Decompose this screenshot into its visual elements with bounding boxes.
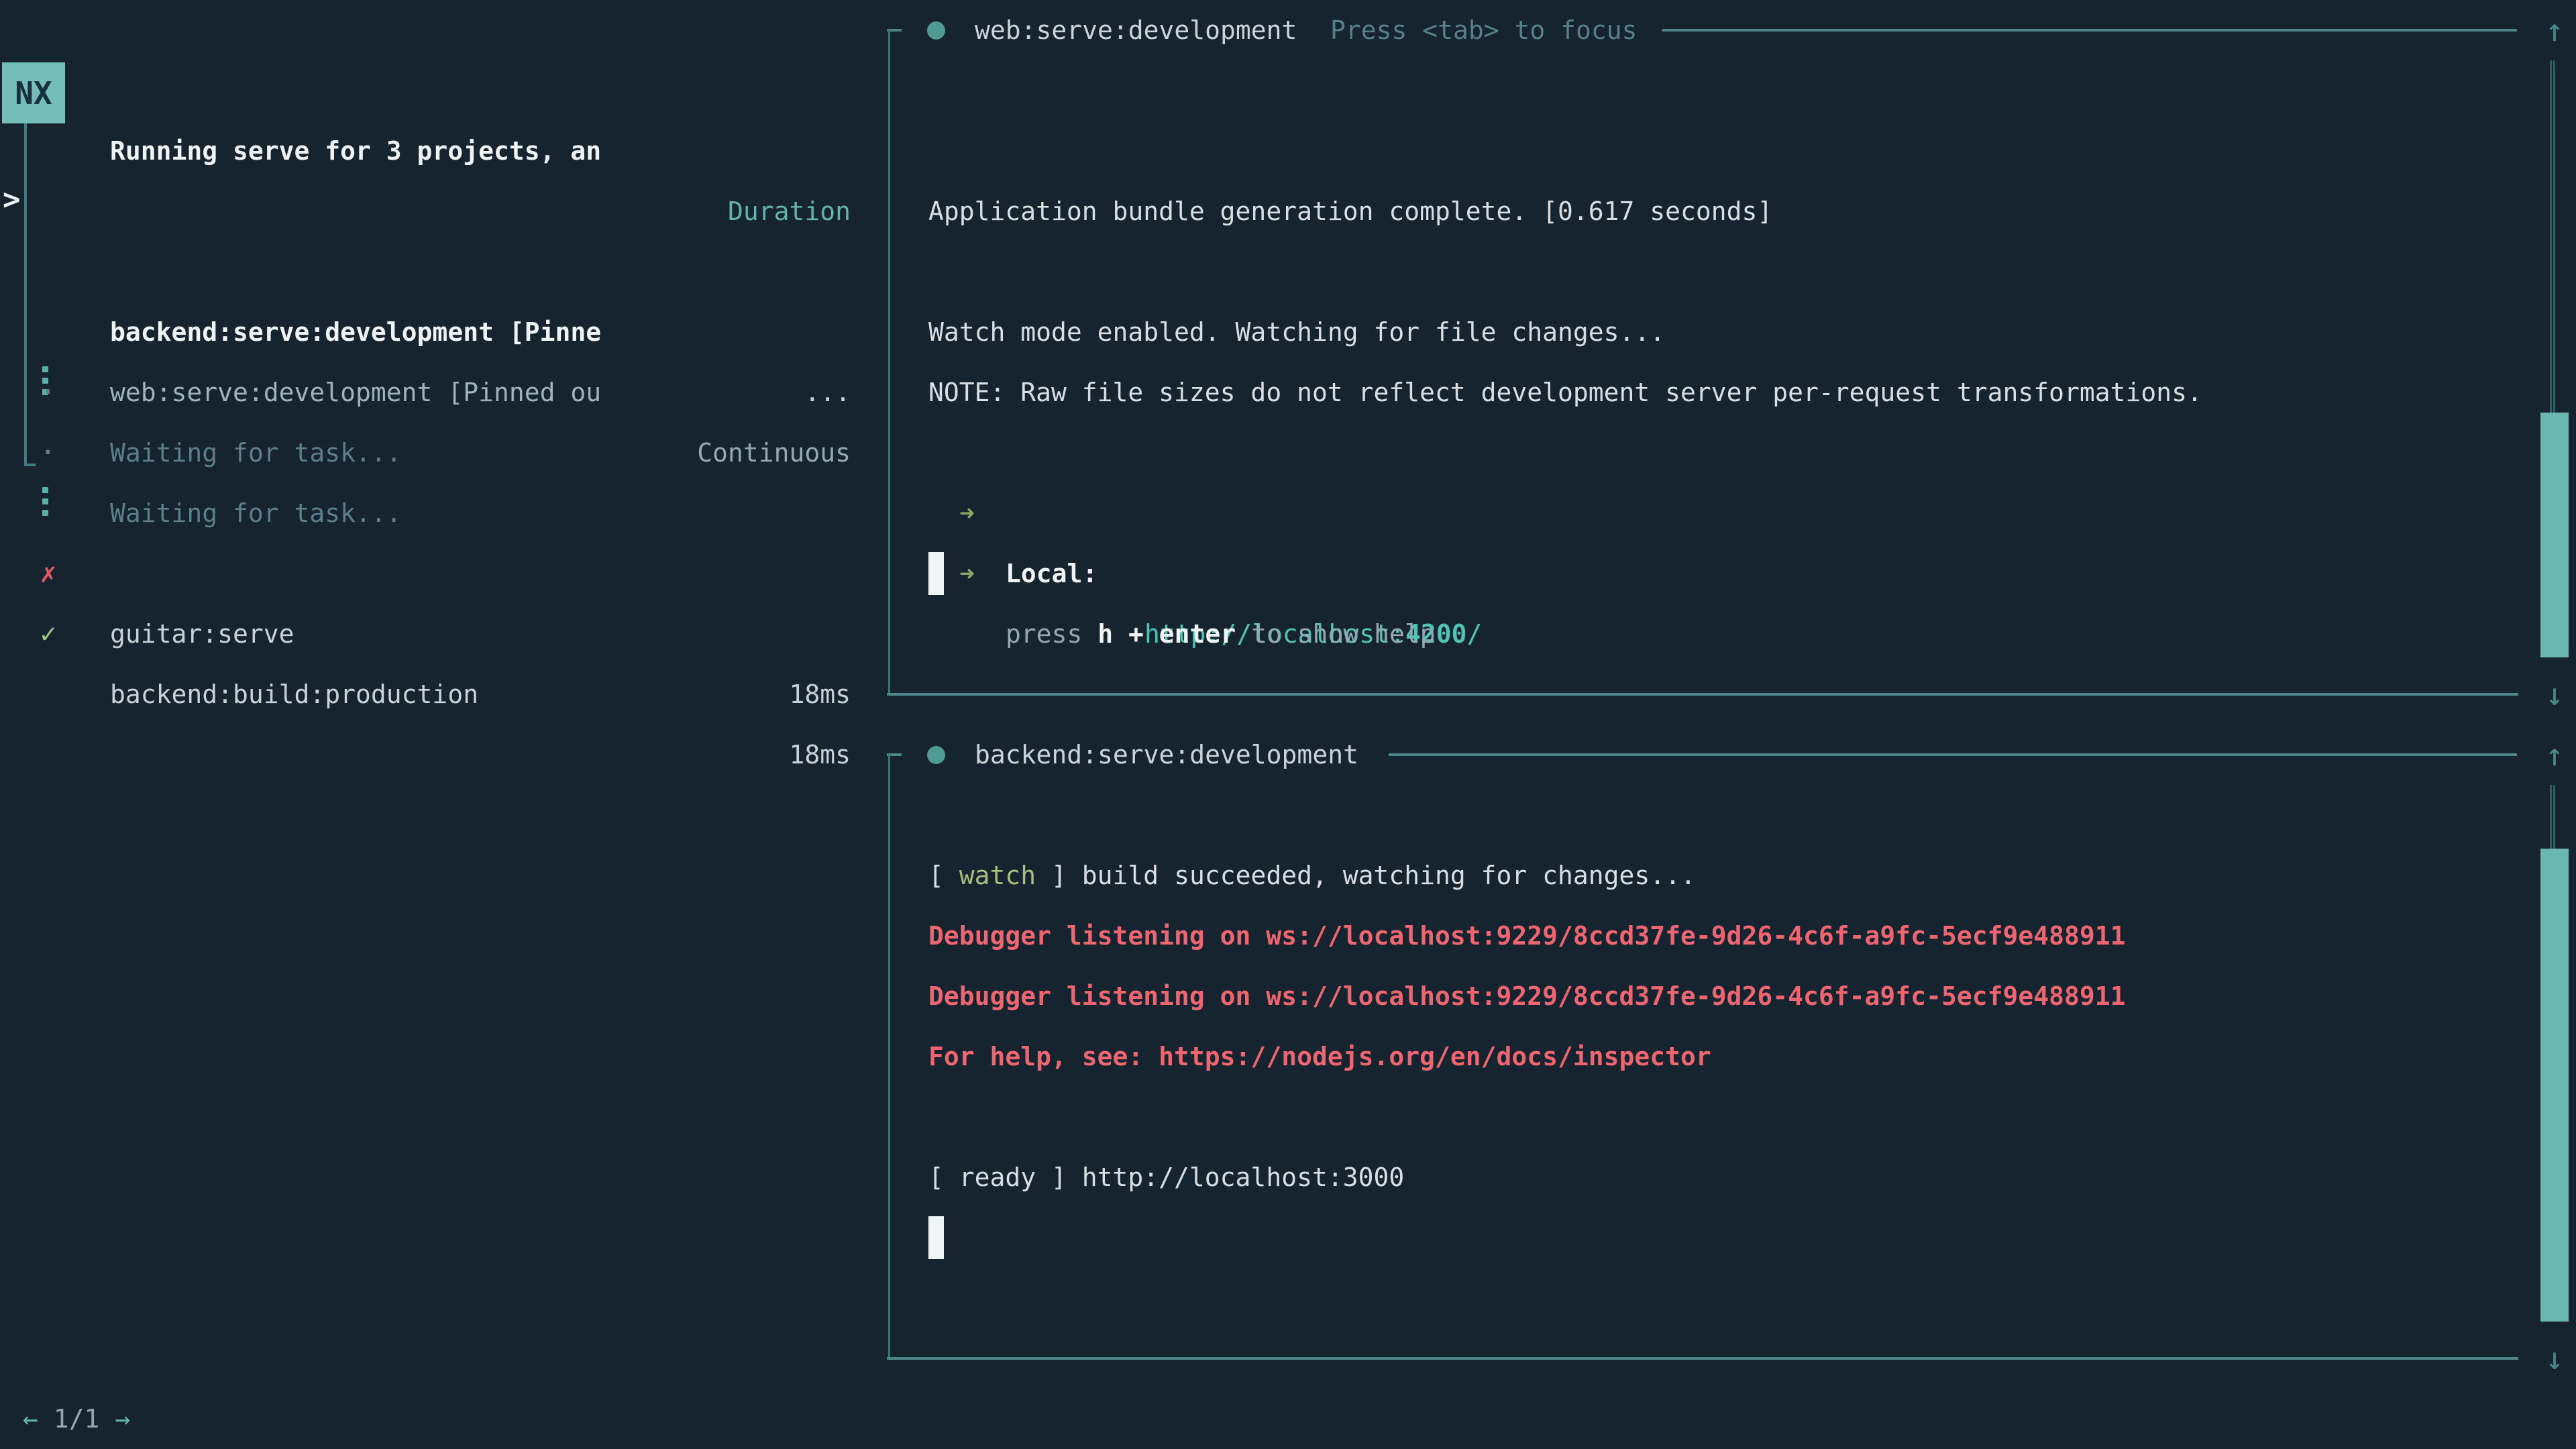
task-row-guitar-serve[interactable]: ✗ guitar:serve 18ms [0,483,851,543]
bracket-open: [ [928,861,959,890]
task-duration: Continuous [697,423,851,483]
panel-border-left [888,755,890,1358]
task-row-backend-build[interactable]: ✓ backend:build:production 18ms [0,543,851,604]
scroll-up-icon[interactable]: ↑ [2540,724,2569,785]
terminal-cursor [928,1216,944,1259]
press-suffix: to show help [1236,619,1435,649]
log-line-inspector-help: For help, see: https://nodejs.org/en/doc… [928,1026,1711,1087]
scroll-down-icon[interactable]: ↓ [2540,664,2569,724]
task-status-dot-icon [927,21,945,40]
log-line-watch-succeeded: [ watch ] build succeeded, watching for … [928,845,1696,906]
task-list-title: Running serve for 3 projects, an [110,121,601,181]
task-duration: 18ms [789,724,851,785]
task-row-backend-serve[interactable]: backend:serve:development [Pinne ... [0,181,851,241]
log-line-press-help: ➜ press h + enter to show help [928,483,1020,543]
panel-border-bottom [887,1357,2518,1360]
page-indicator: 1/1 [54,1404,100,1434]
task-status-dot-icon [927,746,945,764]
task-label: backend:build:production [110,664,478,724]
log-line-watch-mode: Watch mode enabled. Watching for file ch… [928,302,1665,362]
terminal-cursor [928,552,944,595]
log-line-debugger-1: Debugger listening on ws://localhost:922… [928,906,2125,966]
press-help-text: press h + enter to show help [1006,604,1436,664]
scroll-up-icon[interactable]: ↑ [2540,0,2569,60]
arrow-right-icon: ➜ [959,543,975,604]
task-duration: 18ms [789,664,851,724]
scrollbar-track[interactable] [2550,785,2555,849]
press-prefix: press [1006,619,1097,649]
scrollbar-thumb[interactable] [2540,413,2569,657]
panel-border-top [1389,753,2517,756]
task-row-waiting-2[interactable]: · Waiting for task... [0,362,851,423]
panel-border-top [1662,29,2517,32]
log-line-note: NOTE: Raw file sizes do not reflect deve… [928,362,2202,423]
task-label: Waiting for task... [110,423,402,483]
scroll-down-icon[interactable]: ↓ [2540,1328,2569,1389]
panel-title: web:serve:development [975,0,1297,60]
press-keys: h + enter [1097,619,1236,649]
nx-tui-screen: NX Running serve for 3 projects, an Dura… [0,0,2576,1449]
focus-hint: Press <tab> to focus [1330,0,1638,60]
scrollbar-track[interactable] [2550,60,2555,413]
log-line-debugger-2: Debugger listening on ws://localhost:922… [928,966,2125,1026]
scrollbar-thumb[interactable] [2540,849,2569,1322]
watch-message: build succeeded, watching for changes... [1082,861,1696,890]
task-label: guitar:serve [110,604,294,664]
log-line-bundle-complete: Application bundle generation complete. … [928,181,1772,241]
task-row-waiting-1[interactable]: · Waiting for task... [0,302,851,362]
panel-border-left [888,30,890,694]
pager-page-indicator [38,1404,54,1434]
watch-tag: watch [959,861,1036,890]
pager-next-icon[interactable]: → [115,1404,130,1434]
log-line-ready: [ ready ] http://localhost:3000 [928,1147,1404,1208]
pager-prev-icon[interactable]: ← [23,1404,38,1434]
pager: ← 1/1 → [23,1389,130,1449]
log-line-local-url: ➜ Local: http://localhost:4200/ [928,423,1020,483]
success-check-icon: ✓ [35,604,62,664]
sidebar-header: Running serve for 3 projects, an Duratio… [0,60,851,121]
task-row-web-serve[interactable]: web:serve:development [Pinned ou Continu… [0,241,851,302]
url-slash: / [1466,619,1482,649]
sidebar-footer: ← 1/1 → quit: q help: ? [0,1328,851,1389]
waiting-dot-icon: · [39,423,57,483]
panel-title: backend:serve:development [975,724,1358,785]
bracket-close: ] [1036,861,1082,890]
panel-border-bottom [887,693,2518,696]
